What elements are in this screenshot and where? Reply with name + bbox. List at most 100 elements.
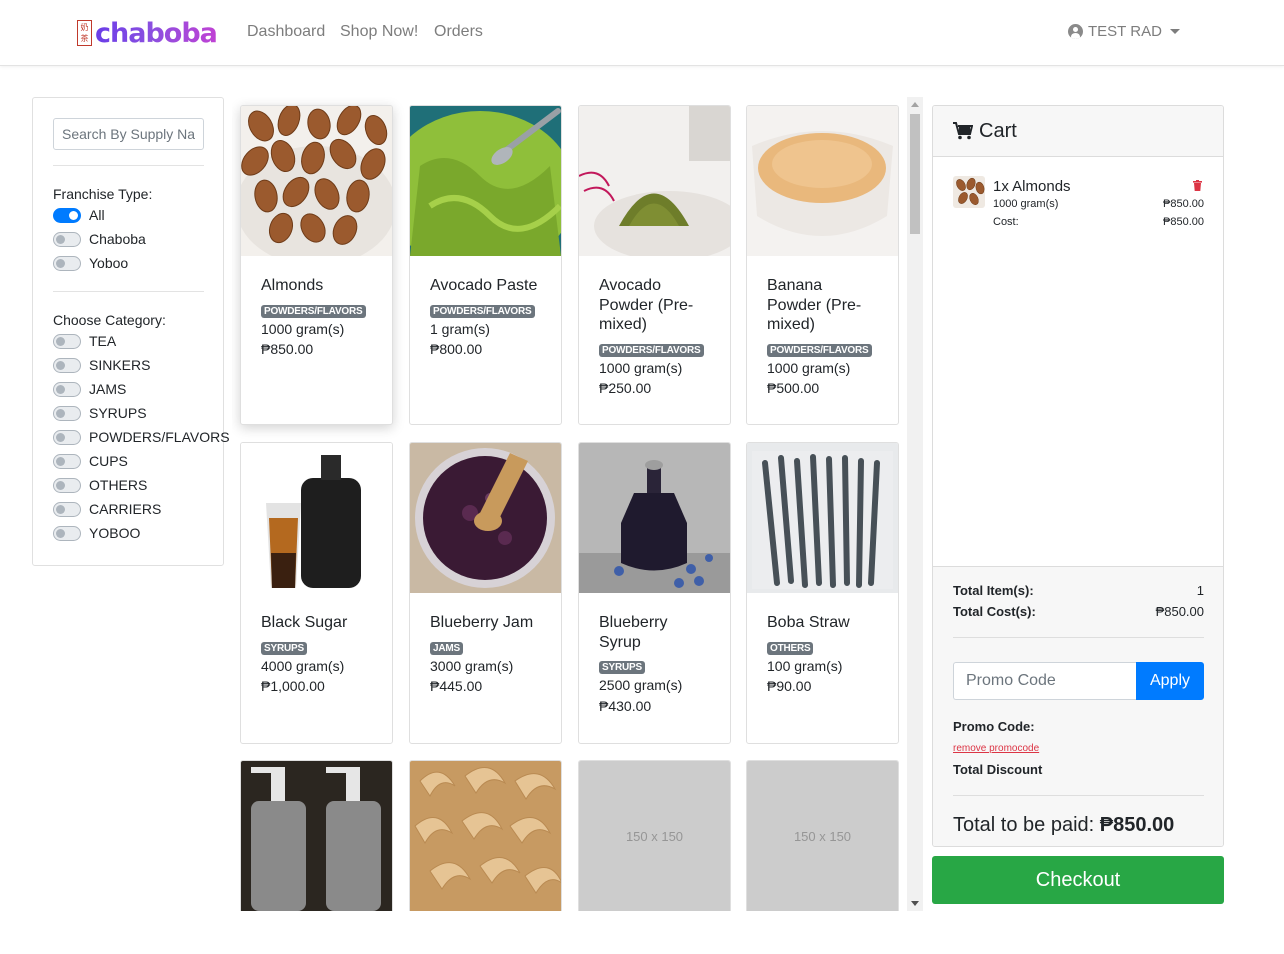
divider	[53, 165, 204, 166]
total-paid-label: Total to be paid:	[953, 814, 1095, 836]
total-items-value: 1	[1196, 583, 1204, 598]
brand-logo[interactable]: 奶茶 chaboba	[77, 17, 218, 49]
toggle-switch[interactable]	[53, 477, 81, 493]
toggle-label: Chaboba	[89, 231, 146, 247]
nav-dashboard[interactable]: Dashboard	[247, 23, 325, 41]
franchise-type-label: Franchise Type:	[53, 186, 153, 202]
category-toggle-jams[interactable]: JAMS	[53, 380, 126, 398]
category-badge: SYRUPS	[261, 641, 307, 655]
supply-search-input[interactable]	[53, 118, 204, 150]
product-card[interactable]: Boba Straw OTHERS 100 gram(s) ₱90.00	[746, 442, 899, 744]
toggle-label: CARRIERS	[89, 501, 162, 517]
product-quantity: 1000 gram(s)	[261, 320, 345, 337]
product-quantity: 1000 gram(s)	[767, 359, 851, 376]
franchise-toggle-all[interactable]: All	[53, 206, 105, 224]
toggle-label: All	[89, 207, 105, 223]
cart-item-cost-label: Cost:	[993, 216, 1019, 228]
franchise-toggle-chaboba[interactable]: Chaboba	[53, 230, 146, 248]
category-badge: POWDERS/FLAVORS	[767, 343, 872, 357]
cart-summary: Total Item(s): 1 Total Cost(s): ₱850.00 …	[933, 566, 1223, 846]
filter-panel: Franchise Type: All Chaboba Yoboo Choose…	[32, 97, 230, 566]
placeholder-image: 150 x 150	[747, 761, 898, 911]
scroll-thumb[interactable]	[910, 114, 920, 234]
product-image-black-sugar	[241, 443, 392, 593]
divider	[53, 291, 204, 292]
product-card[interactable]: Avocado Powder (Pre-mixed) POWDERS/FLAVO…	[578, 105, 731, 425]
apply-promo-button[interactable]: Apply	[1136, 662, 1204, 700]
total-cost-label: Total Cost(s):	[953, 604, 1036, 619]
product-card[interactable]: 150 x 150	[578, 760, 731, 911]
category-toggle-yoboo[interactable]: YOBOO	[53, 524, 140, 542]
product-image-avocado-powder	[579, 106, 730, 256]
nav-shop-now[interactable]: Shop Now!	[340, 23, 418, 41]
promo-code-label: Promo Code:	[953, 719, 1035, 734]
cart-item-price: ₱850.00	[1163, 198, 1204, 210]
product-card[interactable]: Banana Powder (Pre-mixed) POWDERS/FLAVOR…	[746, 105, 899, 425]
category-toggle-others[interactable]: OTHERS	[53, 476, 147, 494]
product-card[interactable]: Black Sugar SYRUPS 4000 gram(s) ₱1,000.0…	[240, 442, 393, 744]
user-name: TEST RAD	[1088, 23, 1162, 40]
brand-seal-icon: 奶茶	[77, 20, 92, 46]
category-badge: OTHERS	[767, 641, 814, 655]
toggle-switch[interactable]	[53, 231, 81, 247]
product-card[interactable]: Blueberry Jam JAMS 3000 gram(s) ₱445.00	[409, 442, 562, 744]
category-toggle-carriers[interactable]: CARRIERS	[53, 500, 161, 518]
checkout-button[interactable]: Checkout	[932, 856, 1224, 904]
franchise-toggle-yoboo[interactable]: Yoboo	[53, 254, 128, 272]
product-quantity: 2500 gram(s)	[599, 677, 683, 693]
cart-item: 1x Almonds 1000 gram(s) Cost: ₱850.00 ₱8…	[953, 176, 1204, 236]
total-discount-label: Total Discount	[953, 762, 1043, 777]
placeholder-image: 150 x 150	[579, 761, 730, 911]
remove-promocode-link[interactable]: remove promocode	[953, 743, 1039, 754]
brand-name: chaboba	[95, 17, 218, 49]
toggle-switch[interactable]	[53, 525, 81, 541]
category-toggle-syrups[interactable]: SYRUPS	[53, 404, 147, 422]
product-card[interactable]: Almonds POWDERS/FLAVORS 1000 gram(s) ₱85…	[240, 105, 393, 425]
product-card[interactable]: 150 x 150	[746, 760, 899, 911]
product-card[interactable]	[409, 760, 562, 911]
toggle-switch[interactable]	[53, 429, 81, 445]
toggle-label: YOBOO	[89, 525, 141, 541]
toggle-label: POWDERS/FLAVORS	[89, 429, 230, 445]
toggle-switch[interactable]	[53, 381, 81, 397]
toggle-switch[interactable]	[53, 357, 81, 373]
category-toggle-tea[interactable]: TEA	[53, 332, 116, 350]
product-price: ₱1,000.00	[261, 678, 325, 694]
promo-code-input[interactable]	[953, 662, 1137, 700]
scroll-up-arrow-icon[interactable]	[911, 102, 919, 107]
product-card[interactable]: Blueberry Syrup SYRUPS 2500 gram(s) ₱430…	[578, 442, 731, 744]
trash-icon[interactable]	[1193, 180, 1202, 191]
product-price: ₱445.00	[430, 678, 483, 694]
product-price: ₱90.00	[767, 678, 812, 694]
toggle-switch[interactable]	[53, 333, 81, 349]
product-image-boba-straw	[747, 443, 898, 593]
product-image-blueberry-syrup	[579, 443, 730, 593]
total-paid-value: ₱850.00	[1099, 814, 1175, 836]
toggle-switch[interactable]	[53, 501, 81, 517]
divider	[953, 795, 1204, 796]
product-grid-scrollbar[interactable]	[907, 97, 923, 911]
toggle-label: OTHERS	[89, 477, 148, 493]
toggle-switch[interactable]	[53, 453, 81, 469]
category-toggle-powders-flavors[interactable]: POWDERS/FLAVORS	[53, 428, 230, 446]
product-name: Blueberry Jam	[430, 614, 534, 631]
total-to-be-paid: Total to be paid: ₱850.00	[953, 814, 1174, 837]
product-quantity: 100 gram(s)	[767, 657, 843, 674]
product-card[interactable]	[240, 760, 393, 911]
product-name: Avocado Powder (Pre-mixed)	[599, 277, 694, 333]
toggle-switch[interactable]	[53, 255, 81, 271]
toggle-switch[interactable]	[53, 207, 81, 223]
category-toggle-sinkers[interactable]: SINKERS	[53, 356, 150, 374]
nav-orders[interactable]: Orders	[434, 23, 483, 41]
toggle-label: CUPS	[89, 453, 128, 469]
toggle-switch[interactable]	[53, 405, 81, 421]
cart-item-amount: 1000 gram(s)	[993, 198, 1059, 210]
divider	[953, 637, 1204, 638]
category-toggle-cups[interactable]: CUPS	[53, 452, 128, 470]
scroll-down-arrow-icon[interactable]	[911, 901, 919, 906]
cart-item-name: 1x Almonds	[993, 178, 1071, 195]
cart-item-cost: ₱850.00	[1163, 216, 1204, 228]
user-menu-dropdown[interactable]: TEST RAD	[1068, 23, 1180, 40]
product-name: Black Sugar	[261, 614, 348, 631]
product-card[interactable]: Avocado Paste POWDERS/FLAVORS 1 gram(s) …	[409, 105, 562, 425]
